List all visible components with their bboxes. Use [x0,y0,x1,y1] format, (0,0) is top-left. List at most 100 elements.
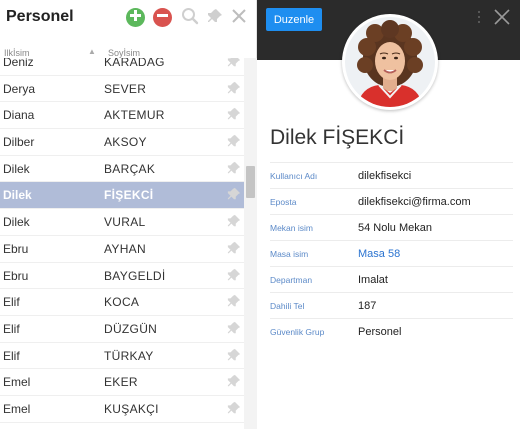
remove-button[interactable] [153,8,172,27]
last-name-cell: BARÇAK [104,161,156,176]
last-name-cell: TÜRKAY [104,348,154,363]
first-name-cell: Ebru [3,241,29,256]
list-item[interactable]: Dilek FİŞEKCİ [0,182,244,210]
search-icon [181,7,199,30]
last-name-cell: EKER [104,375,138,390]
email-label: Eposta [270,197,297,207]
location-label: Mekan isim [270,223,313,233]
first-name-cell: Dilber [3,135,35,150]
last-name-cell: VURAL [104,215,146,230]
list-item[interactable]: Dilber AKSOY [0,129,244,156]
security-group-label: Güvenlik Grup [270,327,325,337]
last-name-cell: DÜZGÜN [104,321,158,336]
pin-icon[interactable] [227,107,241,121]
column-header-last-name[interactable]: Soyİsim [108,48,140,58]
list-item[interactable]: Emel KUŞAKÇI [0,396,244,423]
first-name-cell: Emel [3,401,31,416]
list-scrollbar[interactable] [244,58,257,429]
more-vertical-icon[interactable] [475,9,483,25]
pin-icon[interactable] [227,134,241,148]
pin-all-button[interactable] [205,8,225,28]
close-button[interactable] [229,8,249,28]
close-icon [493,9,511,30]
person-detail-panel: Duzenle Dilek FİŞEKCİ Kullanıcı Adı dile… [257,0,520,429]
pin-icon[interactable] [227,58,241,68]
extension-value: 187 [358,300,377,312]
edit-button[interactable]: Duzenle [266,8,322,31]
detail-row-email: Eposta dilekfisekci@firma.com [270,188,513,214]
personnel-list: Deniz KARADAĞ Derya SEVER Diana AKTEMUR Dilber… [0,58,244,429]
list-item[interactable]: Elif DÜZGÜN [0,316,244,343]
first-name-cell: Elif [3,348,20,363]
list-item[interactable]: Elif TÜRKAY [0,343,244,370]
first-name-cell: Emel [3,375,31,390]
last-name-cell: AKSOY [104,135,147,150]
list-header: Personel [0,0,257,38]
list-item[interactable]: Dilek BARÇAK [0,156,244,183]
minus-circle-icon [153,6,172,29]
username-label: Kullanıcı Adı [270,171,318,181]
last-name-cell: AKTEMUR [104,108,165,123]
location-value: 54 Nolu Mekan [358,222,432,234]
email-value: dilekfisekci@firma.com [358,196,471,208]
page-title: Personel [6,8,74,25]
close-detail-button[interactable] [493,8,511,26]
desk-label: Masa isim [270,249,309,259]
plus-circle-icon [126,6,145,29]
pin-icon[interactable] [227,268,241,282]
list-item[interactable]: Derya SEVER [0,76,244,103]
detail-row-location: Mekan isim 54 Nolu Mekan [270,214,513,240]
detail-row-extension: Dahili Tel 187 [270,292,513,318]
list-item[interactable]: Deniz KARADAĞ [0,58,244,76]
first-name-cell: Deniz [3,58,34,69]
person-details: Kullanıcı Adı dilekfisekci Eposta dilekf… [270,162,513,344]
column-header-first-name[interactable]: Ilkİsim [4,48,30,58]
last-name-cell: FİŞEKCİ [104,188,154,203]
pin-icon[interactable] [227,241,241,255]
pin-icon[interactable] [227,401,241,415]
department-value: Imalat [358,274,388,286]
pin-icon[interactable] [227,214,241,228]
pin-icon[interactable] [227,321,241,335]
sort-asc-icon[interactable]: ▲ [88,47,96,56]
last-name-cell: BAYGELDİ [104,268,166,283]
pin-icon[interactable] [227,161,241,175]
person-name: Dilek FİŞEKCİ [270,126,405,149]
personnel-list-panel: Personel Ilkİsim ▲ Soyİsim Deniz KARADAĞ… [0,0,257,429]
first-name-cell: Diana [3,108,35,123]
add-button[interactable] [126,8,145,27]
pin-icon[interactable] [227,187,241,201]
detail-row-security-group: Güvenlik Grup Personel [270,318,513,344]
pin-icon[interactable] [227,374,241,388]
pin-icon [207,8,223,29]
list-item[interactable]: Ebru BAYGELDİ [0,263,244,290]
list-item[interactable]: Emel EKER [0,369,244,396]
last-name-cell: AYHAN [104,241,146,256]
detail-row-username: Kullanıcı Adı dilekfisekci [270,162,513,188]
scrollbar-thumb[interactable] [246,166,255,198]
pin-icon[interactable] [227,348,241,362]
last-name-cell: KUŞAKÇI [104,401,159,416]
department-label: Departman [270,275,313,285]
close-icon [231,8,247,29]
first-name-cell: Elif [3,321,20,336]
pin-icon[interactable] [227,81,241,95]
last-name-cell: SEVER [104,81,147,96]
extension-label: Dahili Tel [270,301,305,311]
detail-row-desk: Masa isim Masa 58 [270,240,513,266]
list-item[interactable]: Ebru AYHAN [0,236,244,263]
first-name-cell: Dilek [3,215,30,230]
first-name-cell: Ebru [3,268,29,283]
search-button[interactable] [180,7,200,30]
username-value: dilekfisekci [358,170,412,182]
first-name-cell: Elif [3,295,20,310]
list-item[interactable]: Elif KOCA [0,289,244,316]
last-name-cell: KARADAĞ [104,58,165,69]
first-name-cell: Derya [3,81,36,96]
desk-link[interactable]: Masa 58 [358,248,400,260]
list-item[interactable]: Dilek VURAL [0,209,244,236]
pin-icon[interactable] [227,294,241,308]
avatar [342,14,438,110]
list-item[interactable]: Diana AKTEMUR [0,102,244,130]
first-name-cell: Dilek [3,188,32,203]
